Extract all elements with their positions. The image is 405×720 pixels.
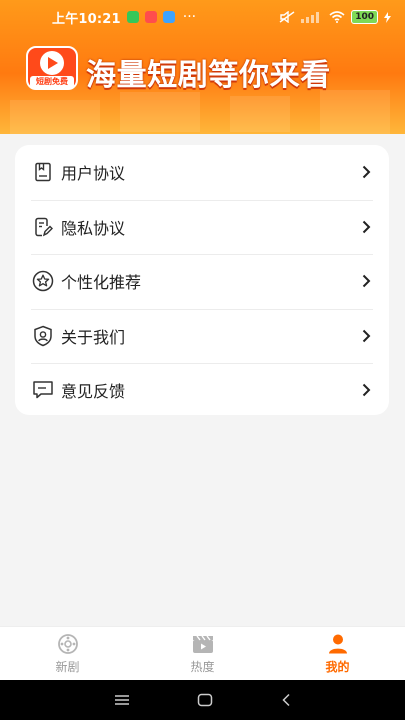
battery-icon: 100 xyxy=(351,10,378,24)
more-notifications-icon: ··· xyxy=(182,9,197,25)
menu-item-label: 隐私协议 xyxy=(61,218,126,238)
message-notification-icon xyxy=(162,11,175,23)
document-icon xyxy=(31,160,55,184)
film-reel-icon xyxy=(57,633,78,654)
menu-item-about-us[interactable]: 关于我们 xyxy=(15,308,389,364)
tab-mine[interactable]: 我的 xyxy=(270,627,405,680)
menu-item-label: 个性化推荐 xyxy=(61,273,142,293)
edit-document-icon xyxy=(31,215,55,239)
menu-icon[interactable] xyxy=(114,694,130,706)
menu-item-label: 用户协议 xyxy=(61,164,126,184)
banner-slogan: 海量短剧等你来看 xyxy=(86,58,331,93)
chevron-right-icon xyxy=(359,329,373,343)
chevron-right-icon xyxy=(359,220,373,234)
menu-item-personalized-recommendation[interactable]: 个性化推荐 xyxy=(15,254,389,309)
play-icon xyxy=(40,51,64,75)
wechat-notification-icon xyxy=(126,11,139,23)
settings-menu: 用户协议 隐私协议 个性化推荐 关于我们 意见反馈 xyxy=(15,145,389,415)
menu-item-feedback[interactable]: 意见反馈 xyxy=(15,363,389,418)
message-icon xyxy=(31,378,55,402)
mute-icon xyxy=(279,11,295,23)
tab-label: 新剧 xyxy=(55,659,80,674)
tab-label: 我的 xyxy=(325,659,350,674)
menu-item-user-agreement[interactable]: 用户协议 xyxy=(15,145,389,200)
tab-trending[interactable]: 热度 xyxy=(135,627,270,680)
menu-item-label: 关于我们 xyxy=(61,327,126,347)
home-icon[interactable] xyxy=(197,693,213,707)
app-logo: 短剧免费 xyxy=(26,46,78,90)
tab-new-dramas[interactable]: 新剧 xyxy=(0,627,135,680)
user-icon xyxy=(328,634,347,653)
status-time: 上午10:21 xyxy=(52,11,121,27)
menu-item-privacy-agreement[interactable]: 隐私协议 xyxy=(15,199,389,255)
banner-decoration xyxy=(320,90,390,134)
menu-item-label: 意见反馈 xyxy=(61,382,126,402)
status-bar: 上午10:21 ··· 100 xyxy=(0,0,405,34)
chevron-right-icon xyxy=(359,383,373,397)
clapperboard-icon xyxy=(192,635,213,653)
shield-user-icon xyxy=(31,324,55,348)
wifi-icon xyxy=(329,11,345,23)
bottom-tab-bar: 新剧 热度 我的 xyxy=(0,626,405,680)
logo-tag: 短剧免费 xyxy=(30,76,74,88)
signal-icon xyxy=(301,12,320,23)
charging-icon xyxy=(384,11,391,23)
system-navigation-bar xyxy=(0,680,405,720)
star-icon xyxy=(31,269,55,293)
mi-notification-icon xyxy=(144,11,157,23)
header-banner: 上午10:21 ··· 100 短剧免费 海量短剧等你来看 xyxy=(0,0,405,134)
back-icon[interactable] xyxy=(281,693,291,707)
chevron-right-icon xyxy=(359,165,373,179)
banner-decoration xyxy=(120,92,200,132)
tab-label: 热度 xyxy=(190,659,215,674)
banner-decoration xyxy=(230,96,290,132)
chevron-right-icon xyxy=(359,274,373,288)
banner-decoration xyxy=(10,100,100,134)
